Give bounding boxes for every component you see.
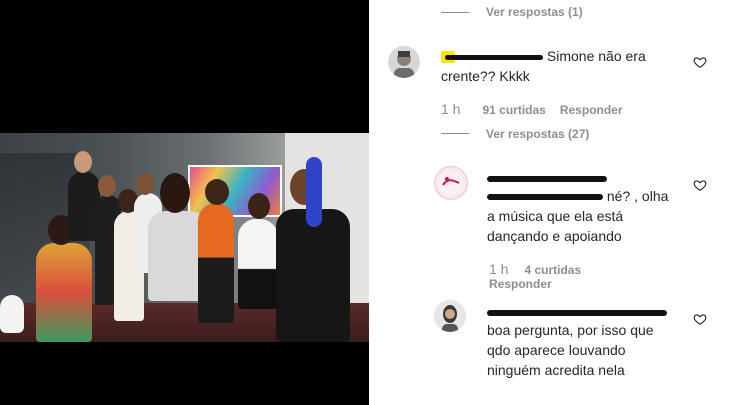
comments-panel: Ver respostas (1) Simone não era crente?… [369, 0, 734, 405]
comment-text: boa pergunta, por isso que qdo aparece l… [487, 322, 654, 378]
person-head [205, 179, 229, 205]
view-replies-button[interactable]: Ver respostas (27) [486, 127, 589, 141]
person [238, 219, 278, 309]
heart-icon[interactable] [693, 178, 707, 192]
username-redacted[interactable] [487, 176, 607, 182]
person [36, 243, 92, 342]
comment-time[interactable]: 1 h [489, 261, 508, 277]
video-frame [0, 133, 369, 342]
replies-divider [441, 12, 469, 13]
avatar[interactable] [434, 166, 468, 200]
braided-hair [306, 157, 322, 227]
comment-body: boa pergunta, por isso que qdo aparece l… [487, 320, 677, 380]
person-head [74, 151, 92, 173]
dog [0, 295, 24, 333]
replies-divider [441, 133, 469, 134]
comment-body: né? , olha a música que ela está dançand… [487, 186, 677, 246]
person [198, 203, 234, 323]
view-replies-button[interactable]: Ver respostas (1) [486, 5, 583, 19]
person-head [248, 193, 270, 219]
person-head [136, 173, 154, 195]
heart-icon[interactable] [693, 312, 707, 326]
username-redacted[interactable] [487, 310, 667, 316]
comment-meta: 1 h 4 curtidas [489, 261, 595, 277]
person [276, 209, 350, 342]
avatar[interactable] [434, 300, 466, 332]
comment-meta: 1 h 91 curtidas Responder [441, 101, 637, 117]
comment-time[interactable]: 1 h [441, 101, 460, 117]
likes-count[interactable]: 4 curtidas [524, 263, 581, 277]
avatar[interactable] [388, 46, 420, 78]
post-media[interactable] [0, 0, 369, 405]
person-head [160, 173, 190, 213]
likes-count[interactable]: 91 curtidas [482, 103, 545, 117]
reply-button[interactable]: Responder [489, 277, 552, 291]
username-redacted[interactable] [441, 50, 543, 64]
heart-icon[interactable] [693, 55, 707, 69]
reply-button[interactable]: Responder [560, 103, 623, 117]
person-head [98, 175, 116, 197]
mention-redacted[interactable] [487, 190, 603, 204]
comment-body: Simone não era crente?? Kkkk [441, 46, 661, 86]
